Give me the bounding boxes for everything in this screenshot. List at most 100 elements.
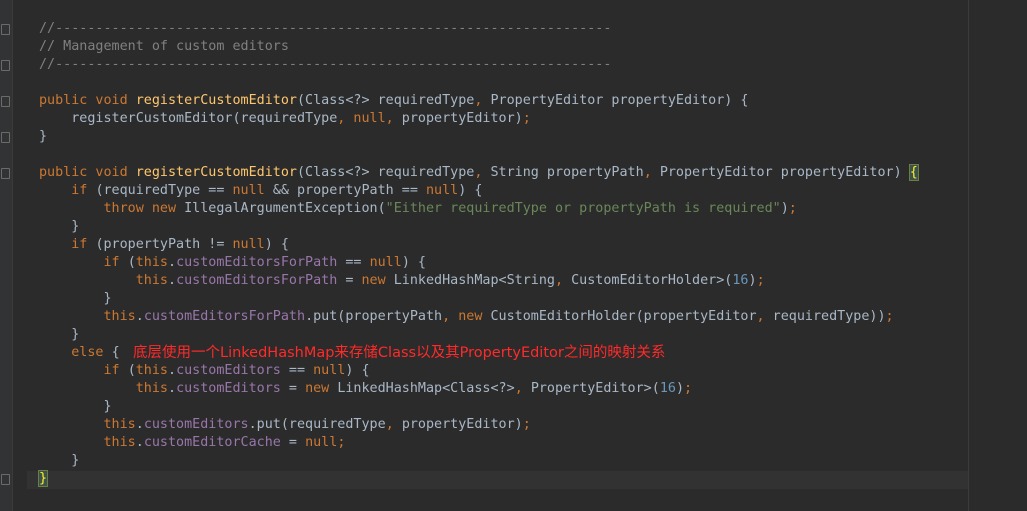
code-token: customEditorsForPath xyxy=(176,255,338,270)
code-token: if xyxy=(71,237,96,252)
code-token: . xyxy=(168,255,177,270)
code-token: == xyxy=(280,363,314,378)
code-line[interactable]: throw new IllegalArgumentException("Eith… xyxy=(39,200,918,218)
code-token: this xyxy=(103,417,136,432)
code-token: ( xyxy=(127,255,136,270)
code-line[interactable]: this.customEditors.put(requiredType, pro… xyxy=(39,416,918,434)
code-line[interactable] xyxy=(39,74,918,92)
code-token: null xyxy=(426,183,459,198)
code-token: customEditors xyxy=(176,381,281,396)
code-token: == xyxy=(337,255,370,270)
code-line[interactable]: if (propertyPath != null) { xyxy=(39,236,918,254)
code-token: , xyxy=(385,417,402,432)
code-line[interactable]: registerCustomEditor(requiredType, null,… xyxy=(39,110,918,128)
code-token: this xyxy=(135,273,168,288)
code-token: , xyxy=(385,111,402,126)
code-line[interactable]: } xyxy=(39,326,918,344)
code-token: . xyxy=(135,309,144,324)
code-token: // Management of custom editors xyxy=(39,39,289,54)
code-token: public void xyxy=(39,165,136,180)
code-token: . xyxy=(168,273,177,288)
right-margin-guide xyxy=(968,0,969,511)
code-line[interactable]: this.customEditorsForPath.put(propertyPa… xyxy=(39,308,918,326)
code-line[interactable]: if (this.customEditors == null) { xyxy=(39,362,918,380)
code-line[interactable]: this.customEditorsForPath = new LinkedHa… xyxy=(39,272,918,290)
code-line[interactable]: //--------------------------------------… xyxy=(39,56,918,74)
code-token: customEditorCache xyxy=(143,435,281,450)
code-token: if xyxy=(71,183,96,198)
code-line[interactable]: } xyxy=(37,470,918,488)
code-editor[interactable]: //--------------------------------------… xyxy=(37,20,919,488)
code-token: //--------------------------------------… xyxy=(39,21,612,36)
code-token: } xyxy=(37,470,49,487)
code-token: IllegalArgumentException( xyxy=(184,201,386,216)
code-token: ) { xyxy=(345,363,370,378)
code-line[interactable]: public void registerCustomEditor(Class<?… xyxy=(39,92,918,110)
code-token: ; xyxy=(522,417,531,432)
code-line[interactable]: } xyxy=(39,452,918,470)
code-token: , xyxy=(442,309,459,324)
code-token: customEditors xyxy=(143,417,249,432)
code-line[interactable]: } xyxy=(39,398,918,416)
code-line[interactable]: if (requiredType == null && propertyPath… xyxy=(39,182,918,200)
fold-marker-icon[interactable] xyxy=(1,60,10,71)
code-line[interactable]: public void registerCustomEditor(Class<?… xyxy=(39,164,919,182)
code-token: PropertyEditor>( xyxy=(530,381,660,396)
code-token: null xyxy=(305,435,338,450)
code-token: requiredType)) xyxy=(772,309,886,324)
code-token: , xyxy=(337,111,354,126)
code-token: public void xyxy=(39,93,136,108)
code-line[interactable] xyxy=(39,146,918,164)
code-token: , xyxy=(474,165,491,180)
code-token: PropertyEditor propertyEditor) { xyxy=(490,93,749,108)
code-token: , xyxy=(643,165,660,180)
code-token: CustomEditorHolder(propertyEditor xyxy=(490,309,757,324)
code-token: ) { xyxy=(401,255,426,270)
code-line[interactable]: this.customEditorCache = null; xyxy=(39,434,918,452)
code-line[interactable]: } xyxy=(39,218,918,236)
code-token: . xyxy=(168,381,177,396)
code-token: registerCustomEditor(requiredType xyxy=(39,111,338,126)
code-line[interactable]: } xyxy=(39,128,918,146)
fold-marker-icon[interactable] xyxy=(1,96,10,107)
code-token: ) xyxy=(748,273,757,288)
code-token: this xyxy=(135,363,168,378)
code-token: { xyxy=(111,345,120,360)
code-token: && propertyPath == xyxy=(272,183,426,198)
fold-marker-icon[interactable] xyxy=(1,24,10,35)
code-token: ; xyxy=(684,381,693,396)
code-token: } xyxy=(39,291,112,306)
code-token: ) { xyxy=(264,237,289,252)
code-token: .put(requiredType xyxy=(248,417,386,432)
code-line[interactable]: //--------------------------------------… xyxy=(39,20,918,38)
editor-gutter xyxy=(0,0,13,511)
code-token: (Class<?> requiredType xyxy=(297,165,475,180)
code-token: ; xyxy=(756,273,765,288)
code-token: ) xyxy=(675,381,684,396)
code-line[interactable]: // Management of custom editors xyxy=(39,38,918,56)
code-token: customEditors xyxy=(176,363,281,378)
code-token: ; xyxy=(885,309,894,324)
code-token: new xyxy=(458,309,491,324)
code-token: ; xyxy=(522,111,531,126)
code-token: } xyxy=(39,399,112,414)
code-token: ; xyxy=(337,435,346,450)
code-token: null xyxy=(232,183,273,198)
code-token: LinkedHashMap<String xyxy=(393,273,555,288)
code-line[interactable]: if (this.customEditorsForPath == null) { xyxy=(39,254,918,272)
code-line[interactable]: this.customEditors = new LinkedHashMap<C… xyxy=(39,380,918,398)
code-token: registerCustomEditor xyxy=(135,93,297,108)
code-token: .put(propertyPath xyxy=(305,309,443,324)
fold-marker-icon[interactable] xyxy=(1,132,10,143)
code-token: null xyxy=(313,363,346,378)
fold-marker-icon[interactable] xyxy=(1,474,10,485)
fold-marker-icon[interactable] xyxy=(1,168,10,179)
code-line[interactable]: } xyxy=(39,290,918,308)
code-token: (requiredType == xyxy=(95,183,233,198)
code-token: null xyxy=(353,111,386,126)
